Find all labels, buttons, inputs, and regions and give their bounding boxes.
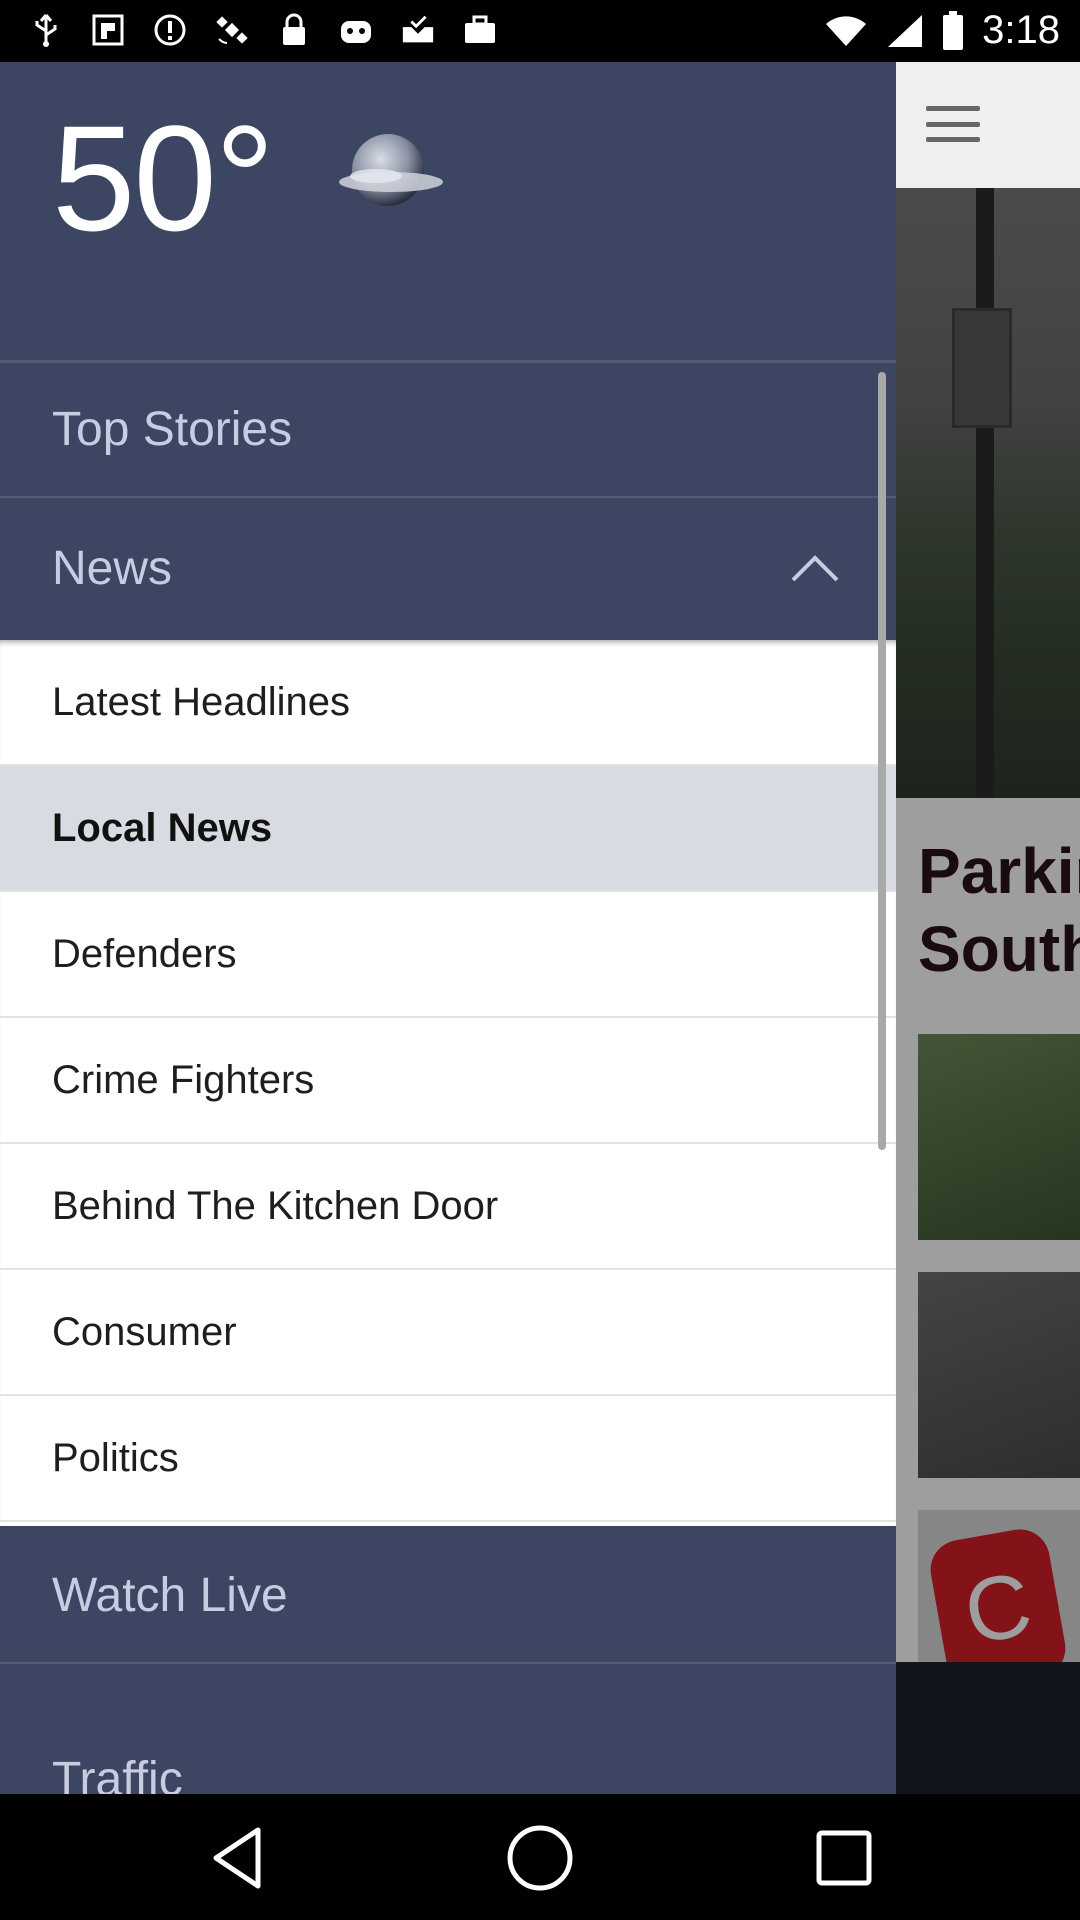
- submenu-item-label: Crime Fighters: [52, 1057, 315, 1102]
- app-header: [896, 62, 1080, 188]
- briefcase-icon: [462, 12, 498, 48]
- nav-watch-live[interactable]: Watch Live: [0, 1528, 896, 1664]
- background-content: Parkin South C: [896, 62, 1080, 1794]
- submenu-item-local-news[interactable]: Local News: [0, 766, 896, 892]
- nav-top-stories-label: Top Stories: [52, 402, 293, 456]
- submenu-item-label: Consumer: [52, 1309, 237, 1354]
- news-submenu: Latest Headlines Local News Defenders Cr…: [0, 640, 896, 1526]
- nav-news-label: News: [52, 541, 173, 595]
- usb-icon: [28, 12, 64, 48]
- recents-button[interactable]: [804, 1818, 884, 1898]
- system-navigation-bar: [0, 1794, 1080, 1920]
- submenu-item-label: Local News: [52, 805, 273, 850]
- nav-news[interactable]: News: [0, 500, 896, 636]
- download-check-icon: [400, 12, 436, 48]
- status-time: 3:18: [982, 8, 1060, 52]
- nav-traffic[interactable]: Traffic: [0, 1666, 896, 1794]
- battery-icon: [943, 10, 964, 50]
- navigation-drawer: 50° Top Stories News Latest Headlines Lo…: [0, 62, 896, 1794]
- submenu-item-label: Defenders: [52, 931, 237, 976]
- nav-watch-live-label: Watch Live: [52, 1568, 288, 1622]
- recents-icon: [816, 1830, 872, 1886]
- chevron-up-icon[interactable]: [790, 553, 840, 583]
- submenu-item-label: Latest Headlines: [52, 679, 350, 724]
- cloudy-moon-icon: [336, 118, 446, 228]
- hamburger-menu-icon[interactable]: [926, 106, 980, 142]
- submenu-item-crime-fighters[interactable]: Crime Fighters: [0, 1018, 896, 1144]
- submenu-item-label: Politics: [52, 1435, 179, 1480]
- robot-icon: [338, 12, 374, 48]
- submenu-item-label: Behind The Kitchen Door: [52, 1183, 499, 1228]
- screen: 3:18 Parkin South C 50°: [0, 0, 1080, 1920]
- submenu-item-latest-headlines[interactable]: Latest Headlines: [0, 640, 896, 766]
- weather-header[interactable]: 50°: [0, 62, 896, 360]
- home-icon: [507, 1825, 573, 1891]
- home-button[interactable]: [500, 1818, 580, 1898]
- submenu-item-defenders[interactable]: Defenders: [0, 892, 896, 1018]
- alert-icon: [152, 12, 188, 48]
- submenu-item-behind-the-kitchen-door[interactable]: Behind The Kitchen Door: [0, 1144, 896, 1270]
- fake-gps-icon: [90, 12, 126, 48]
- nav-top-stories[interactable]: Top Stories: [0, 362, 896, 498]
- submenu-item-politics[interactable]: Politics: [0, 1396, 896, 1522]
- back-icon: [213, 1827, 261, 1889]
- status-icons: [28, 12, 498, 48]
- back-button[interactable]: [198, 1818, 278, 1898]
- satellite-icon: [214, 12, 250, 48]
- wifi-icon: [826, 15, 867, 46]
- status-right: 3:18: [824, 8, 1060, 53]
- temperature: 50°: [52, 94, 275, 262]
- submenu-item-consumer[interactable]: Consumer: [0, 1270, 896, 1396]
- drawer-scrollbar[interactable]: [878, 372, 886, 1150]
- signal-icon: [888, 14, 923, 47]
- drawer-scrim[interactable]: [896, 188, 1080, 1794]
- status-bar: 3:18: [0, 0, 1080, 62]
- nav-traffic-label: Traffic: [52, 1753, 183, 1794]
- lock-icon: [276, 12, 312, 48]
